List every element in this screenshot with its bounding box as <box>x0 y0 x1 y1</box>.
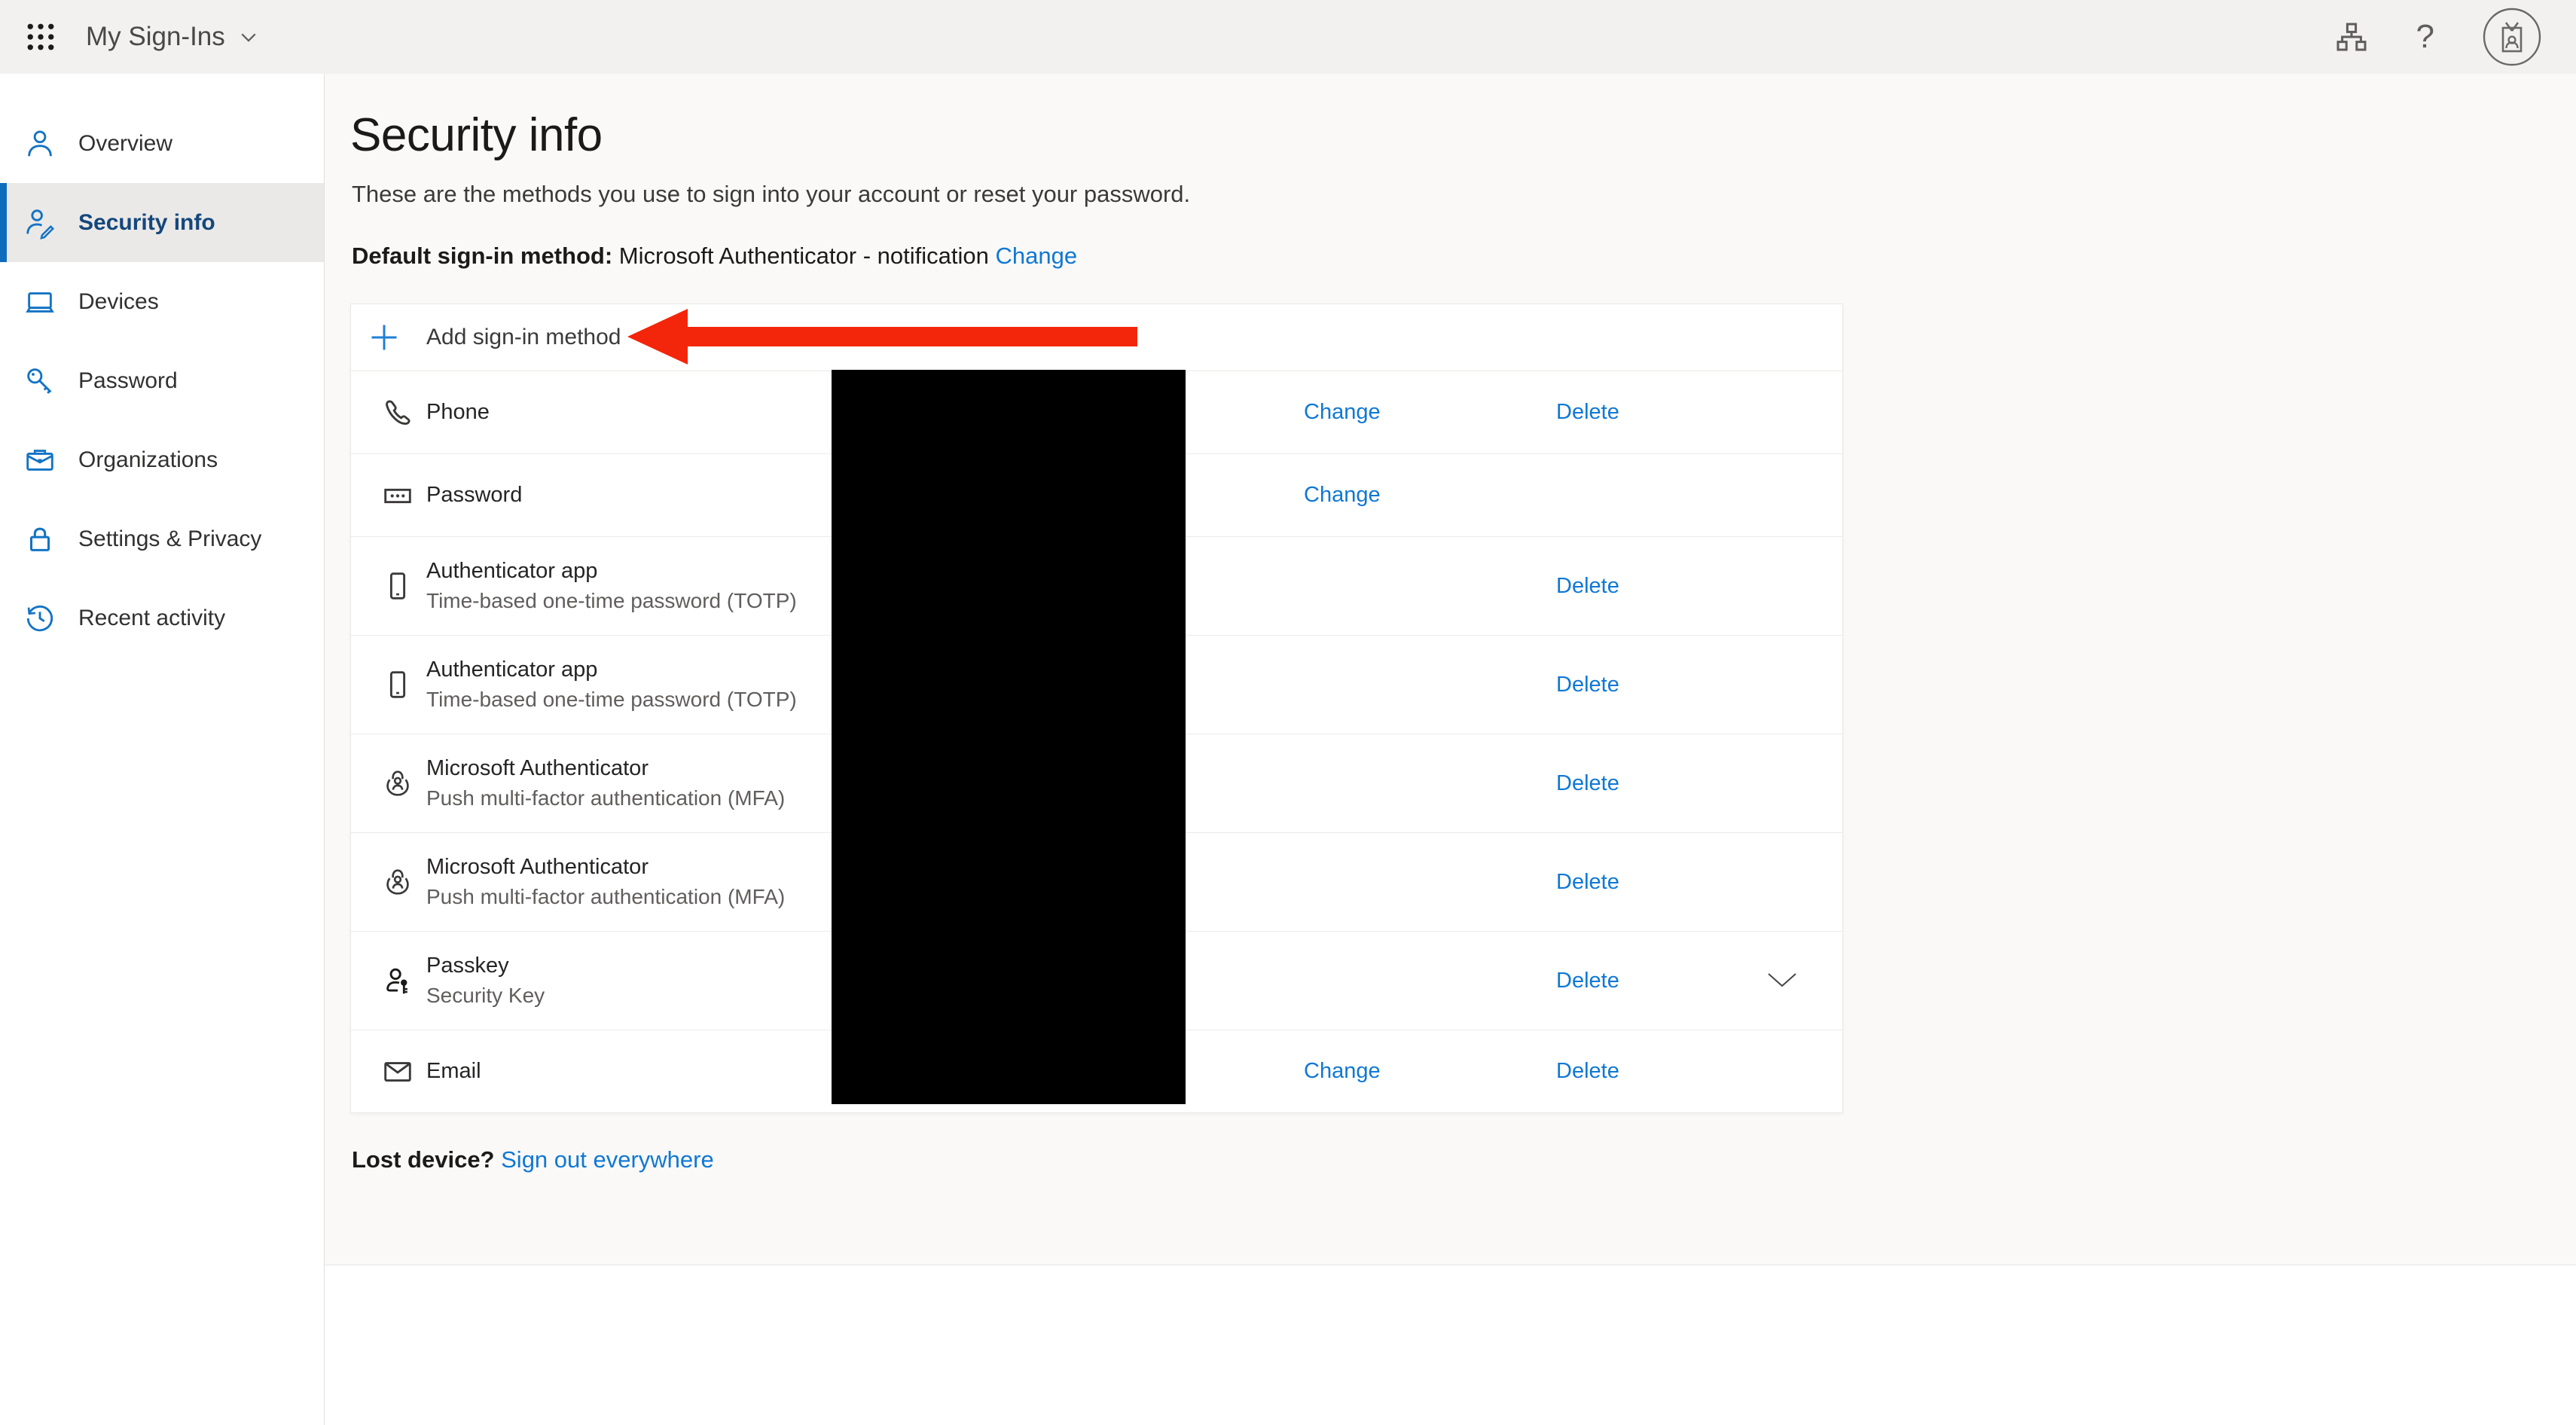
authenticator-icon <box>380 864 416 900</box>
help-icon: ? <box>2416 18 2434 56</box>
chevron-down-icon <box>1766 971 1799 990</box>
method-name: Passkey <box>426 954 545 978</box>
sidebar-item-password[interactable]: Password <box>0 341 324 420</box>
page-title: Security info <box>350 108 603 162</box>
sidebar-item-organizations[interactable]: Organizations <box>0 420 324 499</box>
microsoft-authenticator-1-delete-link[interactable]: Delete <box>1556 771 1619 796</box>
method-detail: Security Key <box>426 984 545 1008</box>
email-change-link[interactable]: Change <box>1304 1059 1381 1084</box>
briefcase-icon <box>23 443 57 478</box>
method-name: Microsoft Authenticator <box>426 756 785 781</box>
authenticator-app-1-delete-link[interactable]: Delete <box>1556 574 1619 599</box>
sidebar-item-overview[interactable]: Overview <box>0 104 324 183</box>
passkey-delete-link[interactable]: Delete <box>1556 969 1619 993</box>
passkey-icon <box>380 963 416 999</box>
account-badge-icon <box>2481 6 2543 68</box>
topbar-actions: ? <box>2333 6 2543 68</box>
mobile-icon <box>380 568 416 604</box>
chevron-down-icon <box>237 26 260 48</box>
sign-out-everywhere-link[interactable]: Sign out everywhere <box>501 1146 714 1173</box>
email-delete-link[interactable]: Delete <box>1556 1059 1619 1084</box>
sidebar-item-label: Password <box>78 368 178 394</box>
key-icon <box>23 364 57 398</box>
password-change-link[interactable]: Change <box>1304 483 1381 508</box>
sidebar-item-devices[interactable]: Devices <box>0 262 324 341</box>
help-button[interactable]: ? <box>2416 18 2434 56</box>
sidebar-item-security-info[interactable]: Security info <box>0 183 324 262</box>
passkey-expand-button[interactable] <box>1766 971 1799 990</box>
person-edit-icon <box>23 206 57 240</box>
mail-icon <box>380 1054 416 1090</box>
my-sign-ins-page: My Sign-Ins ? <box>0 0 2576 1425</box>
sidebar-item-settings-privacy[interactable]: Settings & Privacy <box>0 499 324 578</box>
plus-icon <box>368 321 401 354</box>
phone-change-link[interactable]: Change <box>1304 400 1381 425</box>
redaction-box <box>832 370 1186 1104</box>
add-sign-in-method-label: Add sign-in method <box>426 325 621 350</box>
top-bar: My Sign-Ins ? <box>0 0 2576 74</box>
default-signin-method-line: Default sign-in method: Microsoft Authen… <box>352 243 1077 270</box>
app-title-menu[interactable]: My Sign-Ins <box>86 22 260 52</box>
organization-button[interactable] <box>2333 19 2370 55</box>
sidebar-item-recent-activity[interactable]: Recent activity <box>0 578 324 658</box>
app-title: My Sign-Ins <box>86 22 225 52</box>
sidebar-item-label: Settings & Privacy <box>78 526 261 552</box>
page-subtitle: These are the methods you use to sign in… <box>352 181 1190 208</box>
method-name: Authenticator app <box>426 559 797 584</box>
method-detail: Push multi-factor authentication (MFA) <box>426 885 785 909</box>
phone-delete-link[interactable]: Delete <box>1556 400 1619 425</box>
method-name: Email <box>426 1059 481 1084</box>
method-name: Phone <box>426 400 490 425</box>
red-arrow-annotation <box>627 309 1137 365</box>
microsoft-authenticator-2-delete-link[interactable]: Delete <box>1556 870 1619 895</box>
sidebar-item-label: Security info <box>78 210 215 236</box>
lock-icon <box>23 522 57 557</box>
account-button[interactable] <box>2481 6 2543 68</box>
lost-device-label: Lost device? <box>352 1146 495 1173</box>
laptop-icon <box>23 285 57 319</box>
person-icon <box>23 127 57 161</box>
history-icon <box>23 601 57 636</box>
app-launcher-icon <box>24 20 57 53</box>
authenticator-app-2-delete-link[interactable]: Delete <box>1556 673 1619 697</box>
phone-icon <box>380 395 416 431</box>
method-name: Password <box>426 483 522 508</box>
sidebar-item-label: Recent activity <box>78 606 225 631</box>
default-method-value: Microsoft Authenticator - notification <box>619 243 989 269</box>
mobile-icon <box>380 667 416 703</box>
method-detail: Time-based one-time password (TOTP) <box>426 589 797 613</box>
app-launcher-button[interactable] <box>18 14 63 60</box>
method-name: Authenticator app <box>426 658 797 682</box>
sidebar-item-label: Overview <box>78 131 172 157</box>
password-icon <box>380 478 416 514</box>
organization-icon <box>2333 19 2370 55</box>
method-detail: Time-based one-time password (TOTP) <box>426 688 797 712</box>
method-detail: Push multi-factor authentication (MFA) <box>426 786 785 810</box>
sidebar-item-label: Organizations <box>78 447 218 473</box>
method-name: Microsoft Authenticator <box>426 855 785 880</box>
default-method-label: Default sign-in method: <box>352 243 612 269</box>
sidebar-nav: Overview Security info Devices <box>0 74 325 1425</box>
default-method-change-link[interactable]: Change <box>995 243 1077 269</box>
authenticator-icon <box>380 765 416 801</box>
lost-device-line: Lost device? Sign out everywhere <box>352 1146 714 1173</box>
main-content: Security info These are the methods you … <box>325 74 2576 1425</box>
sidebar-item-label: Devices <box>78 289 159 315</box>
